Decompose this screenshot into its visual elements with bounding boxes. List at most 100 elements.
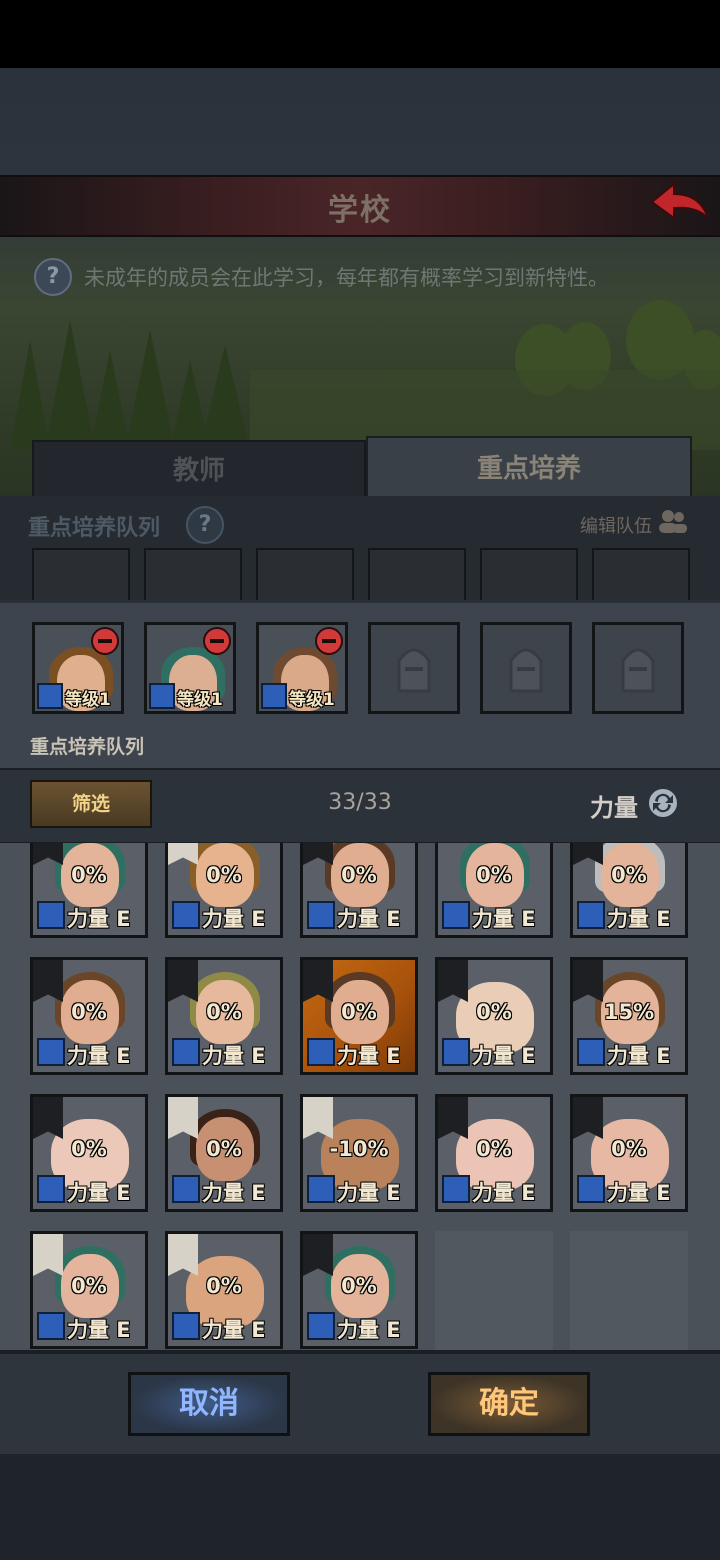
banner-icon <box>33 843 63 865</box>
status-area <box>0 0 720 68</box>
member-card[interactable]: 0% 力量 E <box>435 957 553 1075</box>
member-card-frame: 0% 力量 E <box>165 957 283 1075</box>
remove-icon[interactable] <box>91 627 119 655</box>
member-card-frame: 0% 力量 E <box>30 1094 148 1212</box>
member-card[interactable]: 0% 力量 E <box>300 843 418 938</box>
member-card[interactable]: 0% 力量 E <box>570 843 688 938</box>
member-card-frame: 0% 力量 E <box>30 1231 148 1349</box>
queue-slot <box>368 548 466 604</box>
growth-percent: 0% <box>341 1274 377 1298</box>
strength-grade: 力量 E <box>67 907 131 931</box>
member-level: 等级1 <box>65 690 111 710</box>
strength-grade: 力量 E <box>67 1044 131 1068</box>
empty-slot[interactable] <box>368 622 460 714</box>
member-card[interactable]: 0% 力量 E <box>30 843 148 938</box>
growth-percent: -10% <box>329 1137 389 1161</box>
empty-slot[interactable] <box>480 622 572 714</box>
banner-icon <box>168 1097 198 1139</box>
tab-focus-training[interactable]: 重点培养 <box>366 436 692 502</box>
sword-icon <box>307 1175 335 1203</box>
member-card[interactable]: 0% 力量 E <box>165 1231 283 1349</box>
back-button[interactable] <box>648 178 712 228</box>
member-card-frame: 0% 力量 E <box>300 843 418 938</box>
member-card[interactable]: -10% 力量 E <box>300 1094 418 1212</box>
banner-icon <box>168 1234 198 1276</box>
strength-grade: 力量 E <box>472 907 536 931</box>
sort-label[interactable]: 力量 <box>590 788 638 823</box>
banner-icon <box>303 1234 333 1276</box>
empty-slot[interactable] <box>592 622 684 714</box>
growth-percent: 0% <box>71 1000 107 1024</box>
confirm-button[interactable]: 确定 <box>428 1372 590 1436</box>
member-card-frame: 0% 力量 E <box>435 1094 553 1212</box>
growth-percent: 0% <box>206 1000 242 1024</box>
banner-icon <box>438 1097 468 1139</box>
strength-grade: 力量 E <box>202 907 266 931</box>
sword-icon <box>37 901 65 929</box>
sword-icon <box>577 1175 605 1203</box>
member-card-frame: 0% 力量 E <box>435 957 553 1075</box>
member-card-frame: 0% 力量 E <box>300 1231 418 1349</box>
member-level: 等级1 <box>177 690 223 710</box>
cancel-button[interactable]: 取消 <box>128 1372 290 1436</box>
growth-percent: 0% <box>206 1274 242 1298</box>
selected-member-slot[interactable]: 等级1 <box>256 622 348 714</box>
growth-percent: 0% <box>71 1137 107 1161</box>
sword-icon <box>442 901 470 929</box>
tab-teacher[interactable]: 教师 <box>32 440 366 502</box>
remove-icon[interactable] <box>203 627 231 655</box>
member-card[interactable]: 0% 力量 E <box>570 1094 688 1212</box>
member-card[interactable]: 0% 力量 E <box>30 1231 148 1349</box>
growth-percent: 15% <box>603 1000 655 1024</box>
banner-icon <box>33 1234 63 1276</box>
selected-member-slot[interactable]: 等级1 <box>32 622 124 714</box>
member-card-frame: 0% 力量 E <box>30 843 148 938</box>
member-card[interactable]: 15% 力量 E <box>570 957 688 1075</box>
page-title: 学校 <box>328 193 392 228</box>
member-card-frame: 0% 力量 E <box>165 1094 283 1212</box>
member-card[interactable]: 0% 力量 E <box>30 957 148 1075</box>
growth-percent: 0% <box>206 863 242 887</box>
sword-icon <box>307 901 335 929</box>
refresh-icon[interactable] <box>646 786 680 820</box>
member-card[interactable]: 0% 力量 E <box>30 1094 148 1212</box>
remove-icon[interactable] <box>315 627 343 655</box>
member-card-frame: 0% 力量 E <box>570 1094 688 1212</box>
sword-icon <box>172 901 200 929</box>
banner-icon <box>573 960 603 1002</box>
member-card[interactable]: 0% 力量 E <box>165 957 283 1075</box>
growth-percent: 0% <box>341 863 377 887</box>
member-card[interactable]: 0% 力量 E <box>165 1094 283 1212</box>
member-card[interactable]: 0% 力量 E <box>300 957 418 1075</box>
sword-icon <box>172 1038 200 1066</box>
growth-percent: 0% <box>611 1137 647 1161</box>
growth-percent: 0% <box>476 1000 512 1024</box>
member-card-frame: -10% 力量 E <box>300 1094 418 1212</box>
selected-member-slot[interactable]: 等级1 <box>144 622 236 714</box>
growth-percent: 0% <box>341 1000 377 1024</box>
strength-grade: 力量 E <box>67 1181 131 1205</box>
queue-slot <box>144 548 242 604</box>
helmet-icon <box>621 648 655 693</box>
member-card[interactable]: 0% 力量 E <box>435 843 553 938</box>
edit-team-button[interactable]: 编辑队伍 <box>580 512 652 538</box>
growth-percent: 0% <box>476 863 512 887</box>
sword-icon <box>307 1038 335 1066</box>
sword-icon <box>577 901 605 929</box>
sword-icon <box>307 1312 335 1340</box>
banner-icon <box>303 960 333 1002</box>
banner-icon <box>303 843 333 865</box>
empty-card-slot <box>435 1231 553 1350</box>
queue-slot <box>592 548 690 604</box>
queue-slot <box>480 548 578 604</box>
member-card[interactable]: 0% 力量 E <box>435 1094 553 1212</box>
queue-help-icon[interactable]: ? <box>186 506 224 544</box>
strength-grade: 力量 E <box>337 907 401 931</box>
strength-grade: 力量 E <box>202 1181 266 1205</box>
member-card-frame: 0% 力量 E <box>435 843 553 938</box>
member-card[interactable]: 0% 力量 E <box>165 843 283 938</box>
member-card-frame: 0% 力量 E <box>300 957 418 1075</box>
help-icon[interactable]: ? <box>34 258 72 296</box>
member-card[interactable]: 0% 力量 E <box>300 1231 418 1349</box>
sword-icon <box>442 1038 470 1066</box>
